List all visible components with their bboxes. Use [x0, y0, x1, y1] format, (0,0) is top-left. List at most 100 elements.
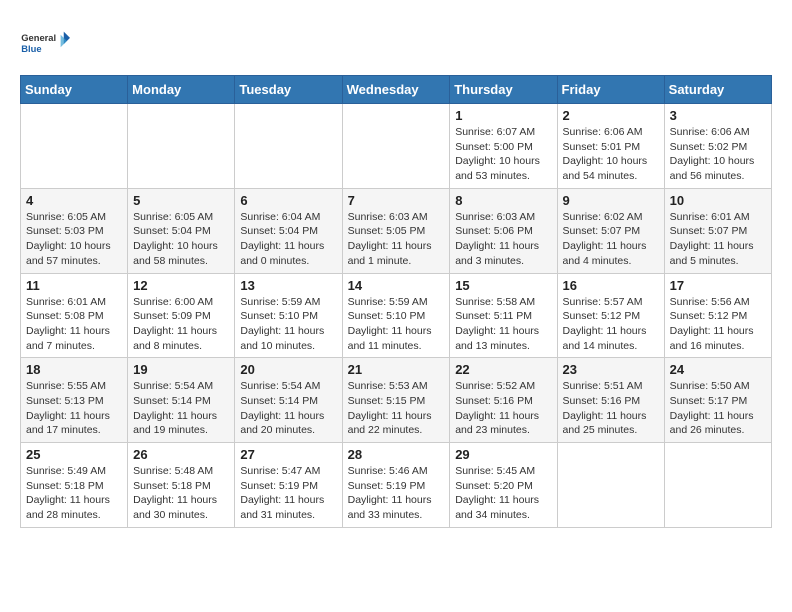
day-info: Sunrise: 6:07 AM Sunset: 5:00 PM Dayligh…: [455, 125, 551, 184]
day-number: 6: [240, 193, 336, 208]
calendar-cell: 9 Sunrise: 6:02 AM Sunset: 5:07 PM Daylig…: [557, 188, 664, 273]
logo-icon: General Blue: [20, 20, 70, 65]
day-number: 2: [563, 108, 659, 123]
day-info: Sunrise: 5:58 AM Sunset: 5:11 PM Dayligh…: [455, 295, 551, 354]
calendar-cell: 24 Sunrise: 5:50 AM Sunset: 5:17 PM Dayli…: [664, 358, 771, 443]
day-number: 25: [26, 447, 122, 462]
weekday-header: Wednesday: [342, 76, 450, 104]
day-number: 1: [455, 108, 551, 123]
calendar-cell: 14Sunrise: 5:59 AM Sunset: 5:10 PM Dayli…: [342, 273, 450, 358]
day-info: Sunrise: 5:59 AM Sunset: 5:10 PM Dayligh…: [240, 295, 336, 354]
day-number: 27: [240, 447, 336, 462]
weekday-header: Sunday: [21, 76, 128, 104]
weekday-header: Tuesday: [235, 76, 342, 104]
weekday-header: Monday: [128, 76, 235, 104]
day-info: Sunrise: 6:03 AM Sunset: 5:05 PM Dayligh…: [348, 210, 445, 269]
day-number: 5: [133, 193, 229, 208]
calendar-cell: 19 Sunrise: 5:54 AM Sunset: 5:14 PM Dayli…: [128, 358, 235, 443]
day-info: Sunrise: 5:55 AM Sunset: 5:13 PM Dayligh…: [26, 379, 122, 438]
day-info: Sunrise: 5:50 AM Sunset: 5:17 PM Dayligh…: [670, 379, 766, 438]
calendar-cell: [342, 104, 450, 189]
calendar-cell: 23 Sunrise: 5:51 AM Sunset: 5:16 PM Dayli…: [557, 358, 664, 443]
day-info: Sunrise: 6:05 AM Sunset: 5:04 PM Dayligh…: [133, 210, 229, 269]
calendar-cell: [664, 443, 771, 528]
day-number: 22: [455, 362, 551, 377]
calendar-cell: 3 Sunrise: 6:06 AM Sunset: 5:02 PM Daylig…: [664, 104, 771, 189]
day-info: Sunrise: 6:00 AM Sunset: 5:09 PM Dayligh…: [133, 295, 229, 354]
calendar-cell: 28 Sunrise: 5:46 AM Sunset: 5:19 PM Dayli…: [342, 443, 450, 528]
day-info: Sunrise: 6:04 AM Sunset: 5:04 PM Dayligh…: [240, 210, 336, 269]
day-info: Sunrise: 5:52 AM Sunset: 5:16 PM Dayligh…: [455, 379, 551, 438]
day-number: 24: [670, 362, 766, 377]
calendar-cell: [235, 104, 342, 189]
day-info: Sunrise: 5:51 AM Sunset: 5:16 PM Dayligh…: [563, 379, 659, 438]
day-info: Sunrise: 5:56 AM Sunset: 5:12 PM Dayligh…: [670, 295, 766, 354]
calendar-week-row: 1 Sunrise: 6:07 AM Sunset: 5:00 PM Daylig…: [21, 104, 772, 189]
day-info: Sunrise: 5:59 AM Sunset: 5:10 PM Dayligh…: [348, 295, 445, 354]
calendar-cell: 7 Sunrise: 6:03 AM Sunset: 5:05 PM Daylig…: [342, 188, 450, 273]
calendar-cell: 25Sunrise: 5:49 AM Sunset: 5:18 PM Dayli…: [21, 443, 128, 528]
day-number: 13: [240, 278, 336, 293]
calendar-cell: 26 Sunrise: 5:48 AM Sunset: 5:18 PM Dayli…: [128, 443, 235, 528]
calendar-cell: 2 Sunrise: 6:06 AM Sunset: 5:01 PM Daylig…: [557, 104, 664, 189]
calendar-cell: [557, 443, 664, 528]
calendar-cell: [128, 104, 235, 189]
calendar-cell: [21, 104, 128, 189]
calendar-cell: 1 Sunrise: 6:07 AM Sunset: 5:00 PM Daylig…: [450, 104, 557, 189]
calendar-cell: 5 Sunrise: 6:05 AM Sunset: 5:04 PM Daylig…: [128, 188, 235, 273]
day-number: 4: [26, 193, 122, 208]
weekday-header: Thursday: [450, 76, 557, 104]
day-number: 23: [563, 362, 659, 377]
day-info: Sunrise: 5:54 AM Sunset: 5:14 PM Dayligh…: [133, 379, 229, 438]
day-number: 11: [26, 278, 122, 293]
day-info: Sunrise: 6:06 AM Sunset: 5:02 PM Dayligh…: [670, 125, 766, 184]
day-info: Sunrise: 5:47 AM Sunset: 5:19 PM Dayligh…: [240, 464, 336, 523]
logo: General Blue: [20, 20, 70, 65]
day-info: Sunrise: 6:03 AM Sunset: 5:06 PM Dayligh…: [455, 210, 551, 269]
svg-text:Blue: Blue: [21, 44, 41, 54]
calendar-cell: 22 Sunrise: 5:52 AM Sunset: 5:16 PM Dayli…: [450, 358, 557, 443]
calendar-cell: 4 Sunrise: 6:05 AM Sunset: 5:03 PM Daylig…: [21, 188, 128, 273]
day-number: 20: [240, 362, 336, 377]
calendar-week-row: 25Sunrise: 5:49 AM Sunset: 5:18 PM Dayli…: [21, 443, 772, 528]
calendar-cell: 27 Sunrise: 5:47 AM Sunset: 5:19 PM Dayli…: [235, 443, 342, 528]
day-number: 19: [133, 362, 229, 377]
calendar-week-row: 4 Sunrise: 6:05 AM Sunset: 5:03 PM Daylig…: [21, 188, 772, 273]
day-number: 3: [670, 108, 766, 123]
day-number: 28: [348, 447, 445, 462]
day-info: Sunrise: 6:06 AM Sunset: 5:01 PM Dayligh…: [563, 125, 659, 184]
day-number: 7: [348, 193, 445, 208]
day-info: Sunrise: 5:57 AM Sunset: 5:12 PM Dayligh…: [563, 295, 659, 354]
calendar-cell: 8 Sunrise: 6:03 AM Sunset: 5:06 PM Daylig…: [450, 188, 557, 273]
calendar-cell: 13 Sunrise: 5:59 AM Sunset: 5:10 PM Dayli…: [235, 273, 342, 358]
day-info: Sunrise: 6:02 AM Sunset: 5:07 PM Dayligh…: [563, 210, 659, 269]
day-info: Sunrise: 6:05 AM Sunset: 5:03 PM Dayligh…: [26, 210, 122, 269]
day-number: 16: [563, 278, 659, 293]
day-number: 10: [670, 193, 766, 208]
day-number: 29: [455, 447, 551, 462]
day-info: Sunrise: 5:53 AM Sunset: 5:15 PM Dayligh…: [348, 379, 445, 438]
day-number: 15: [455, 278, 551, 293]
calendar-cell: 17 Sunrise: 5:56 AM Sunset: 5:12 PM Dayli…: [664, 273, 771, 358]
calendar-cell: 16 Sunrise: 5:57 AM Sunset: 5:12 PM Dayli…: [557, 273, 664, 358]
weekday-header-row: SundayMondayTuesdayWednesdayThursdayFrid…: [21, 76, 772, 104]
calendar-cell: 20 Sunrise: 5:54 AM Sunset: 5:14 PM Dayli…: [235, 358, 342, 443]
day-info: Sunrise: 5:46 AM Sunset: 5:19 PM Dayligh…: [348, 464, 445, 523]
day-number: 17: [670, 278, 766, 293]
calendar-cell: 12 Sunrise: 6:00 AM Sunset: 5:09 PM Dayli…: [128, 273, 235, 358]
day-info: Sunrise: 5:54 AM Sunset: 5:14 PM Dayligh…: [240, 379, 336, 438]
day-number: 8: [455, 193, 551, 208]
weekday-header: Saturday: [664, 76, 771, 104]
day-number: 12: [133, 278, 229, 293]
calendar-cell: 10 Sunrise: 6:01 AM Sunset: 5:07 PM Dayli…: [664, 188, 771, 273]
day-info: Sunrise: 6:01 AM Sunset: 5:08 PM Dayligh…: [26, 295, 122, 354]
day-number: 18: [26, 362, 122, 377]
day-info: Sunrise: 5:48 AM Sunset: 5:18 PM Dayligh…: [133, 464, 229, 523]
weekday-header: Friday: [557, 76, 664, 104]
day-number: 9: [563, 193, 659, 208]
calendar-cell: 15 Sunrise: 5:58 AM Sunset: 5:11 PM Dayli…: [450, 273, 557, 358]
day-info: Sunrise: 6:01 AM Sunset: 5:07 PM Dayligh…: [670, 210, 766, 269]
day-number: 21: [348, 362, 445, 377]
calendar-cell: 18 Sunrise: 5:55 AM Sunset: 5:13 PM Dayli…: [21, 358, 128, 443]
day-number: 26: [133, 447, 229, 462]
